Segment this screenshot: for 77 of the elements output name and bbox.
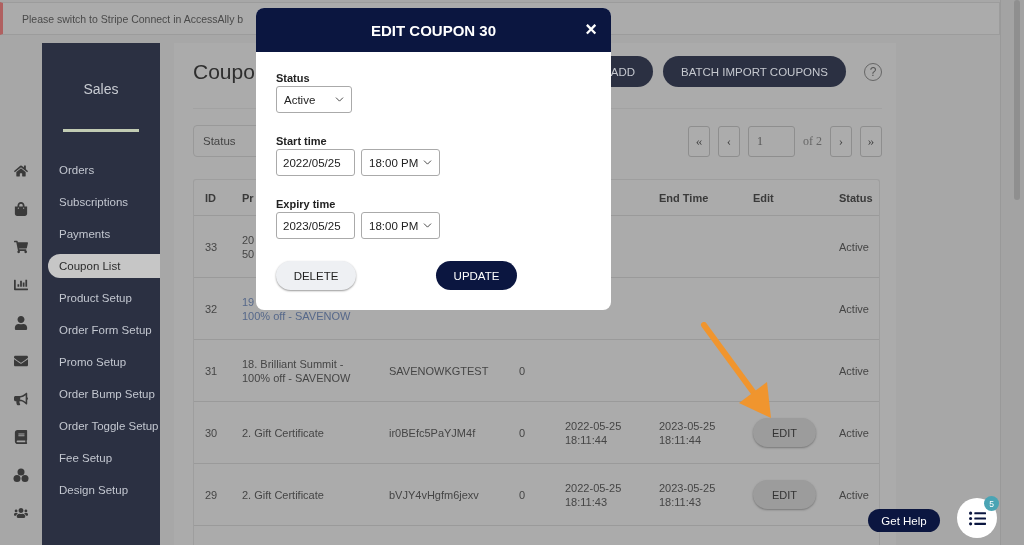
sidebar-item[interactable]: Product Setup	[42, 286, 160, 310]
table-cell: Active	[839, 487, 869, 502]
sidebar-item[interactable]: Design Setup	[42, 478, 160, 502]
bar-chart-icon[interactable]	[13, 277, 29, 293]
table-cell: Active	[839, 301, 869, 316]
last-page-button[interactable]: »	[860, 125, 882, 157]
table-cell: Active	[839, 239, 869, 254]
sidebar-item[interactable]: Subscriptions	[42, 190, 160, 214]
column-header: Status	[839, 191, 873, 204]
table-cell: 0	[519, 425, 526, 440]
bag-icon[interactable]	[13, 201, 29, 217]
table-cell: 2023-05-25 18:11:44	[659, 418, 716, 447]
edit-button[interactable]: EDIT	[753, 418, 816, 447]
table-cell: 0	[519, 487, 526, 502]
next-page-button[interactable]: ›	[830, 125, 852, 157]
sidebar-item[interactable]: Coupon List	[48, 254, 160, 278]
date-field[interactable]: 2022/05/25	[276, 149, 355, 176]
table-cell: 30	[205, 425, 218, 440]
people-icon[interactable]	[13, 505, 29, 521]
sidebar-item[interactable]: Fee Setup	[42, 446, 160, 470]
page-total: of 2	[803, 133, 822, 149]
column-header: Pr	[242, 191, 254, 204]
scrollbar[interactable]	[1000, 0, 1024, 545]
list-icon	[968, 509, 986, 527]
time-select[interactable]: 18:00 PM	[361, 212, 440, 239]
field-label: Status	[276, 72, 311, 84]
table-cell: SAVENOWKGTEST	[389, 363, 489, 378]
sidebar-item[interactable]: Promo Setup	[42, 350, 160, 374]
field-label: Expiry time	[276, 198, 337, 210]
edit-button[interactable]: EDIT	[753, 480, 816, 509]
table-cell: 2. Gift Certificate	[242, 425, 324, 440]
book-icon[interactable]	[13, 429, 29, 445]
table-cell: 32	[205, 301, 218, 316]
previous-page-button[interactable]: ‹	[718, 125, 740, 157]
dialog-title: EDIT COUPON 30	[371, 21, 496, 39]
megaphone-icon[interactable]	[13, 391, 29, 407]
table-cell: Active	[839, 425, 869, 440]
circles-icon[interactable]	[13, 468, 29, 482]
checklist-button[interactable]	[957, 498, 997, 538]
cart-icon[interactable]	[13, 239, 29, 255]
update-button[interactable]: UPDATE	[436, 261, 517, 290]
column-header: ID	[205, 191, 216, 204]
person-icon[interactable]	[13, 315, 29, 331]
get-help-button[interactable]: Get Help	[868, 509, 940, 532]
sidebar-title: Sales	[83, 81, 119, 97]
table-cell: 2. Gift Certificate	[242, 487, 324, 502]
table-cell: 18. Brilliant Summit - 100% off - SAVENOW	[242, 356, 351, 385]
notice-text: Please switch to Stripe Connect in AccessAlly b	[22, 12, 244, 25]
sidebar-item[interactable]: Order Form Setup	[42, 318, 160, 342]
table-cell: 33	[205, 239, 218, 254]
table-cell: Active	[839, 363, 869, 378]
table-cell: 0	[519, 363, 526, 378]
notification-badge: 5	[984, 496, 999, 511]
table-cell: 2023-05-25 18:11:43	[659, 480, 716, 509]
table-cell: bVJY4vHgfm6jexv	[389, 487, 479, 502]
date-field[interactable]: 2023/05/25	[276, 212, 355, 239]
sidebar-item[interactable]: Orders	[42, 158, 160, 182]
table-cell: 20 50	[242, 232, 255, 261]
first-page-button[interactable]: «	[688, 125, 710, 157]
page-title: Coupo	[193, 59, 255, 84]
batch-import-button[interactable]: BATCH IMPORT COUPONS	[663, 56, 846, 87]
table-cell: 29	[205, 487, 218, 502]
house-icon[interactable]	[13, 163, 29, 179]
column-header: Edit	[753, 191, 774, 204]
time-select[interactable]: 18:00 PM	[361, 149, 440, 176]
status-select[interactable]: Active	[276, 86, 352, 113]
close-button[interactable]: ×	[585, 19, 597, 39]
delete-button[interactable]: DELETE	[276, 261, 356, 290]
column-header: End Time	[659, 191, 709, 204]
sidebar-item[interactable]: Order Bump Setup	[42, 382, 160, 406]
table-cell: 2022-05-25 18:11:43	[565, 480, 622, 509]
table-cell: 31	[205, 363, 218, 378]
table-cell: 2022-05-25 18:11:44	[565, 418, 622, 447]
sidebar-item[interactable]: Order Toggle Setup	[42, 414, 160, 438]
sidebar-item[interactable]: Payments	[42, 222, 160, 246]
envelope-icon[interactable]	[13, 353, 29, 369]
table-cell: ir0BEfc5PaYJM4f	[389, 425, 476, 440]
